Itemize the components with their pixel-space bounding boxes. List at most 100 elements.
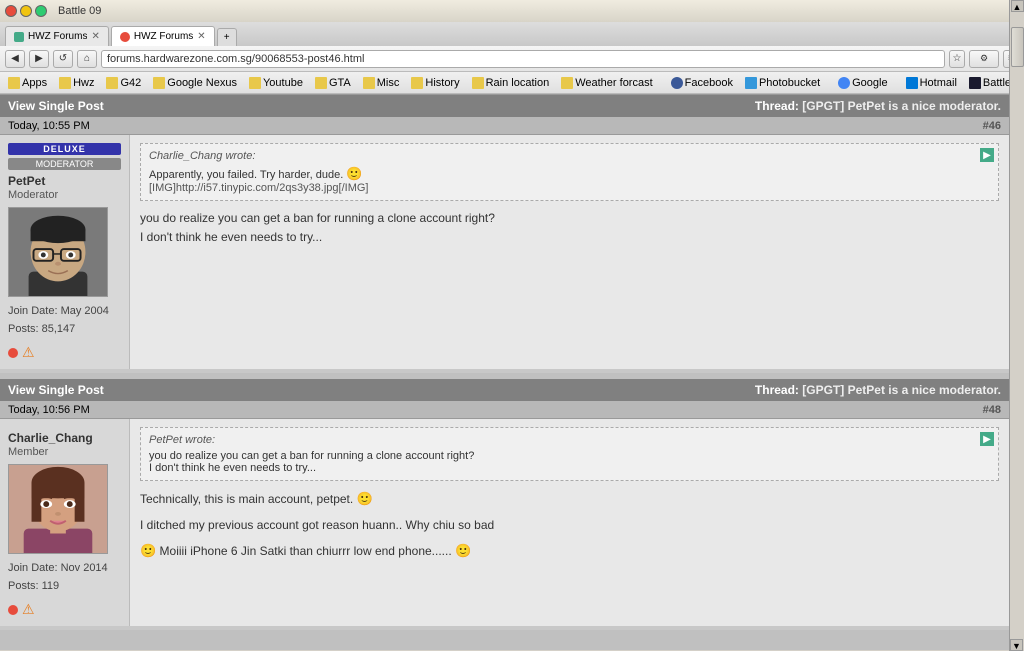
user-info-2: Join Date: Nov 2014 Posts: 119 <box>8 560 121 595</box>
window-title: Battle 09 <box>58 5 101 17</box>
tab-close-1[interactable]: ✕ <box>91 31 99 42</box>
avatar-2 <box>8 464 108 554</box>
warn-icon-1: ⚠ <box>22 344 35 361</box>
bookmark-rain-label: Rain location <box>486 77 550 89</box>
fb-icon <box>671 77 683 89</box>
bookmark-google[interactable]: Google <box>835 76 890 90</box>
battlelog-icon <box>969 77 981 89</box>
bookmark-weather[interactable]: Weather forcast <box>558 76 655 90</box>
post-body-1: DELUXE MODERATOR PetPet Moderator <box>0 135 1009 369</box>
tab-label-1: HWZ Forums <box>28 31 87 42</box>
folder-icon-weather <box>561 77 573 89</box>
post-content-1: Charlie_Chang wrote: Apparently, you fai… <box>130 135 1009 369</box>
scrollbar-area: ▲ ▼ <box>1009 0 1024 651</box>
thread-title-link-2[interactable]: [GPGT] PetPet is a nice moderator. <box>802 383 1001 397</box>
tab-2[interactable]: HWZ Forums ✕ <box>111 26 215 46</box>
quote-wrote-2: wrote: <box>185 434 215 446</box>
new-tab-btn[interactable]: + <box>217 28 237 46</box>
bookmark-g42[interactable]: G42 <box>103 76 144 90</box>
scrollbar-thumb[interactable] <box>1011 27 1024 67</box>
folder-icon-misc <box>363 77 375 89</box>
thread-title-link-1[interactable]: [GPGT] PetPet is a nice moderator. <box>802 99 1001 113</box>
folder-icon-rain <box>472 77 484 89</box>
user-badges-1: DELUXE MODERATOR <box>8 143 121 170</box>
bookmark-misc-label: Misc <box>377 77 400 89</box>
posts-count-1: Posts: 85,147 <box>8 321 121 339</box>
bookmark-gta-label: GTA <box>329 77 351 89</box>
post-time-bar-2: Today, 10:56 PM #48 <box>0 401 1009 419</box>
minimize-btn[interactable] <box>20 5 32 17</box>
tab-favicon-1 <box>14 32 24 42</box>
join-date-2: Join Date: Nov 2014 <box>8 560 121 578</box>
bookmark-misc[interactable]: Misc <box>360 76 403 90</box>
quote-header-2: PetPet wrote: <box>149 434 990 446</box>
post-section-2: View Single Post Thread: [GPGT] PetPet i… <box>0 379 1009 626</box>
tab-favicon-2 <box>120 32 130 42</box>
bookmark-rain[interactable]: Rain location <box>469 76 553 90</box>
folder-icon-pb <box>745 77 757 89</box>
emoji-3: 🙂 <box>140 541 156 562</box>
folder-icon-g42 <box>106 77 118 89</box>
bookmark-apps-label: Apps <box>22 77 47 89</box>
online-dot-2 <box>8 605 18 615</box>
tab-1[interactable]: HWZ Forums ✕ <box>5 26 109 46</box>
home-btn[interactable]: ⌂ <box>77 50 97 68</box>
post-text-1: you do realize you can get a ban for run… <box>140 209 999 247</box>
refresh-btn[interactable]: ↺ <box>53 50 73 68</box>
scrollbar-down-btn[interactable]: ▼ <box>1010 639 1023 651</box>
tab-close-2[interactable]: ✕ <box>197 31 205 42</box>
folder-icon-history <box>411 77 423 89</box>
quote-wrote-1: wrote: <box>225 150 255 162</box>
moderator-badge-1: MODERATOR <box>8 158 121 170</box>
back-btn[interactable]: ◀ <box>5 50 25 68</box>
quote-expand-btn-2[interactable]: ▶ <box>980 432 994 446</box>
address-bar[interactable]: forums.hardwarezone.com.sg/90068553-post… <box>101 50 945 68</box>
quote-expand-btn-1[interactable]: ▶ <box>980 148 994 162</box>
bookmark-google-nexus[interactable]: Google Nexus <box>150 76 240 90</box>
bookmark-history[interactable]: History <box>408 76 462 90</box>
quote-line-1-1: [IMG]http://i57.tinypic.com/2qs3y38.jpg[… <box>149 182 990 194</box>
bookmark-facebook[interactable]: Facebook <box>668 76 736 90</box>
user-icons-1: ⚠ <box>8 344 121 361</box>
page-footer-padding <box>0 630 1009 650</box>
forward-btn[interactable]: ▶ <box>29 50 49 68</box>
folder-icon-hwz <box>59 77 71 89</box>
bookmark-hwz[interactable]: Hwz <box>56 76 97 90</box>
username-1[interactable]: PetPet <box>8 174 121 188</box>
user-info-1: Join Date: May 2004 Posts: 85,147 <box>8 303 121 338</box>
user-role-1: Moderator <box>8 189 121 201</box>
scrollbar-up-btn[interactable]: ▲ <box>1011 0 1024 12</box>
bookmark-hotmail[interactable]: Hotmail <box>903 76 960 90</box>
folder-icon-gta <box>315 77 327 89</box>
post-time-1: Today, 10:55 PM <box>8 120 90 132</box>
maximize-btn[interactable] <box>35 5 47 17</box>
warn-icon-2: ⚠ <box>22 601 35 618</box>
bookmark-apps[interactable]: Apps <box>5 76 50 90</box>
bookmark-gta[interactable]: GTA <box>312 76 354 90</box>
address-text: forums.hardwarezone.com.sg/90068553-post… <box>107 53 939 65</box>
bookmark-history-label: History <box>425 77 459 89</box>
post-line-2-2: I ditched my previous account got reason… <box>140 516 999 535</box>
view-single-post-label-2: View Single Post <box>8 383 104 397</box>
close-btn[interactable] <box>5 5 17 17</box>
page-content: View Single Post Thread: [GPGT] PetPet i… <box>0 95 1024 650</box>
user-role-2: Member <box>8 446 121 458</box>
post-number-1: #46 <box>983 120 1001 132</box>
quote-line-2-1: I don't think he even needs to try... <box>149 462 990 474</box>
bookmark-g42-label: G42 <box>120 77 141 89</box>
bookmark-photobucket[interactable]: Photobucket <box>742 76 823 90</box>
username-2[interactable]: Charlie_Chang <box>8 431 121 445</box>
bookmark-nexus-label: Google Nexus <box>167 77 237 89</box>
deluxe-badge-1: DELUXE <box>8 143 121 155</box>
post-line-2-4: 🙂 Moiiii iPhone 6 Jin Satki than chiurrr… <box>140 541 999 562</box>
online-dot-1 <box>8 348 18 358</box>
extensions-btn[interactable]: ⚙ <box>969 50 999 68</box>
post-line-1-0: you do realize you can get a ban for run… <box>140 209 999 228</box>
star-btn[interactable]: ☆ <box>949 50 965 68</box>
google-icon <box>838 77 850 89</box>
bookmark-youtube[interactable]: Youtube <box>246 76 306 90</box>
tab-label-2: HWZ Forums <box>134 31 193 42</box>
post-number-2: #48 <box>983 404 1001 416</box>
post-section-1: View Single Post Thread: [GPGT] PetPet i… <box>0 95 1009 369</box>
bookmark-weather-label: Weather forcast <box>575 77 652 89</box>
